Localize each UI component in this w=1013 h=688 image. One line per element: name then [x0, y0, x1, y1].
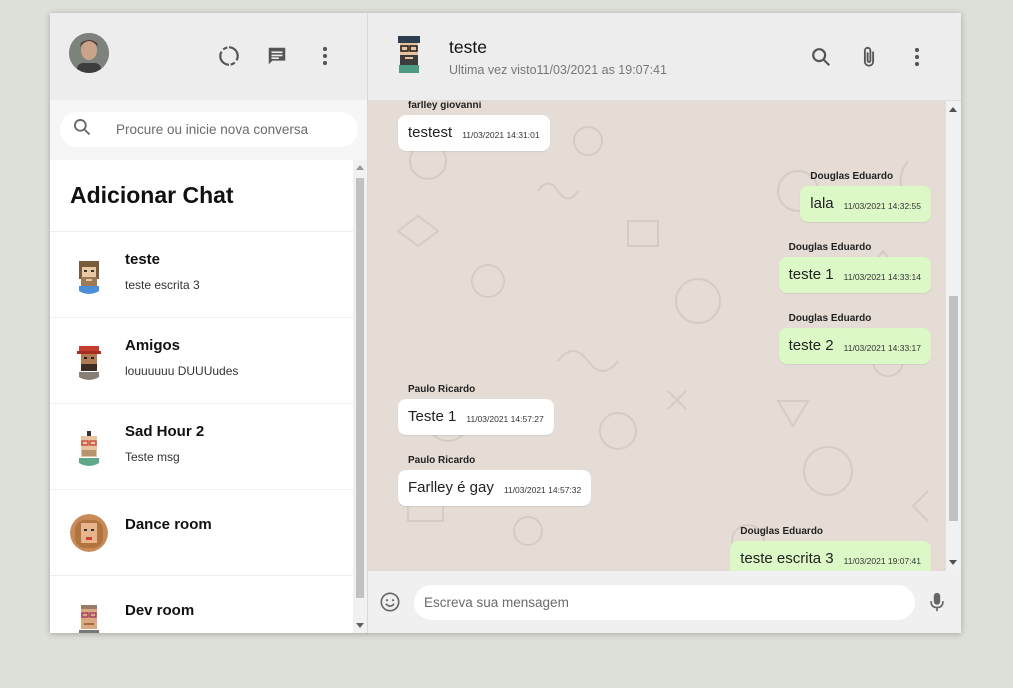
- message-text: teste 2: [788, 337, 834, 354]
- message-time: 11/03/2021 14:31:01: [462, 130, 540, 140]
- message-author: Douglas Eduardo: [788, 313, 872, 324]
- message-time: 11/03/2021 14:33:17: [843, 343, 921, 353]
- message-item: Douglas Eduardo teste 2 11/03/2021 14:33…: [778, 313, 931, 364]
- scrollbar-thumb[interactable]: [356, 178, 364, 598]
- sidebar: Adicionar Chat: [50, 13, 368, 633]
- red-cap-man-avatar: [70, 341, 108, 380]
- sidebar-header: [50, 13, 367, 100]
- menu-dots-icon[interactable]: [313, 44, 337, 68]
- add-chat-label: Adicionar Chat: [70, 182, 234, 208]
- message-time: 11/03/2021 14:57:32: [503, 485, 582, 495]
- chat-item-dance-room[interactable]: Dance room: [50, 490, 353, 576]
- message-bubble[interactable]: testest 11/03/2021 14:31:01: [398, 115, 550, 151]
- search-box: [60, 112, 358, 147]
- message-bubble[interactable]: teste 1 11/03/2021 14:33:14: [778, 257, 931, 293]
- message-author: Douglas Eduardo: [788, 242, 872, 253]
- chat-name: Amigos: [125, 337, 181, 354]
- search-input[interactable]: [116, 122, 336, 137]
- chat-item-amigos[interactable]: Amigos louuuuuu DUUUudes: [50, 318, 353, 404]
- message-text: testest: [408, 124, 453, 141]
- microphone-icon[interactable]: [925, 590, 949, 614]
- message-author: Douglas Eduardo: [740, 526, 824, 537]
- messages-scrollbar[interactable]: [946, 101, 961, 571]
- chat-last-message: teste escrita 3: [125, 278, 200, 292]
- message-time: 11/03/2021 14:57:27: [466, 414, 544, 424]
- chat-list-area: Adicionar Chat teste teste escrita 3 Ami…: [50, 160, 367, 633]
- scroll-up-arrow-icon[interactable]: [949, 107, 957, 112]
- chat-item-teste[interactable]: teste teste escrita 3: [50, 232, 353, 318]
- message-author: farlley giovanni: [408, 101, 482, 111]
- scroll-down-arrow-icon[interactable]: [356, 623, 364, 628]
- message-list: farlley giovanni testest 11/03/2021 14:3…: [368, 101, 946, 571]
- chat-item-sad-hour-2[interactable]: Sad Hour 2 Teste msg: [50, 404, 353, 490]
- bearded-man-avatar: [70, 255, 108, 294]
- message-text: Teste 1: [408, 408, 457, 425]
- message-item: Paulo Ricardo Teste 1 11/03/2021 14:57:2…: [398, 384, 554, 435]
- message-text: Farlley é gay: [408, 479, 494, 496]
- chat-list-scrollbar[interactable]: [353, 160, 367, 633]
- message-bubble[interactable]: lala 11/03/2021 14:32:55: [800, 186, 931, 222]
- add-chat-button[interactable]: Adicionar Chat: [50, 160, 353, 232]
- message-item: farlley giovanni testest 11/03/2021 14:3…: [398, 101, 550, 151]
- glasses-man-avatar: [70, 427, 108, 466]
- search-messages-icon[interactable]: [809, 45, 833, 69]
- new-chat-icon[interactable]: [265, 44, 289, 68]
- woman-avatar: [70, 513, 108, 552]
- chat-app-window: Adicionar Chat: [50, 13, 961, 633]
- status-icon[interactable]: [217, 44, 241, 68]
- conversation-header: teste Ultima vez visto11/03/2021 as 19:0…: [368, 13, 961, 101]
- message-text: teste 1: [788, 266, 834, 283]
- contact-name: teste: [449, 37, 487, 57]
- message-text: lala: [810, 195, 834, 212]
- attach-icon[interactable]: [857, 45, 881, 69]
- conversation-menu-icon[interactable]: [905, 45, 929, 69]
- message-bubble[interactable]: Teste 1 11/03/2021 14:57:27: [398, 399, 554, 435]
- user-avatar[interactable]: [69, 33, 109, 73]
- chat-item-dev-room[interactable]: Dev room: [50, 576, 353, 633]
- chat-name: Sad Hour 2: [125, 423, 205, 440]
- scrollbar-thumb[interactable]: [949, 296, 958, 521]
- contact-avatar[interactable]: [390, 33, 428, 73]
- chat-name: teste: [125, 251, 161, 268]
- composer: [368, 571, 961, 633]
- chat-last-message: louuuuuu DUUUudes: [125, 364, 239, 378]
- message-author: Paulo Ricardo: [408, 455, 476, 466]
- message-text: teste escrita 3: [740, 550, 834, 567]
- message-time: 11/03/2021 14:32:55: [843, 201, 921, 211]
- message-time: 11/03/2021 19:07:41: [843, 556, 921, 566]
- chat-list: Adicionar Chat teste teste escrita 3 Ami…: [50, 160, 353, 633]
- emoji-icon[interactable]: [378, 590, 402, 614]
- message-bubble[interactable]: teste escrita 3 11/03/2021 19:07:41: [730, 541, 931, 571]
- scroll-up-arrow-icon[interactable]: [356, 165, 364, 170]
- scroll-down-arrow-icon[interactable]: [949, 560, 957, 565]
- message-bubble[interactable]: Farlley é gay 11/03/2021 14:57:32: [398, 470, 592, 506]
- contact-last-seen: Ultima vez visto11/03/2021 as 19:07:41: [449, 63, 667, 77]
- message-author: Douglas Eduardo: [810, 171, 894, 182]
- message-item: Paulo Ricardo Farlley é gay 11/03/2021 1…: [398, 455, 592, 506]
- glasses-man-avatar: [70, 599, 108, 633]
- messages-area: farlley giovanni testest 11/03/2021 14:3…: [368, 101, 961, 571]
- search-bar: [50, 100, 367, 160]
- chat-last-message: Teste msg: [125, 450, 180, 464]
- message-input-box: [414, 584, 915, 620]
- message-author: Paulo Ricardo: [408, 384, 476, 395]
- message-input[interactable]: [424, 594, 915, 610]
- chat-name: Dev room: [125, 602, 195, 619]
- message-item: Douglas Eduardo teste 1 11/03/2021 14:33…: [778, 242, 931, 293]
- search-icon: [72, 117, 92, 142]
- message-time: 11/03/2021 14:33:14: [843, 272, 921, 282]
- chat-name: Dance room: [125, 516, 212, 533]
- message-item: Douglas Eduardo teste escrita 3 11/03/20…: [730, 526, 931, 571]
- message-item: Douglas Eduardo lala 11/03/2021 14:32:55: [800, 171, 931, 222]
- message-bubble[interactable]: teste 2 11/03/2021 14:33:17: [778, 328, 931, 364]
- conversation-panel: teste Ultima vez visto11/03/2021 as 19:0…: [368, 13, 961, 633]
